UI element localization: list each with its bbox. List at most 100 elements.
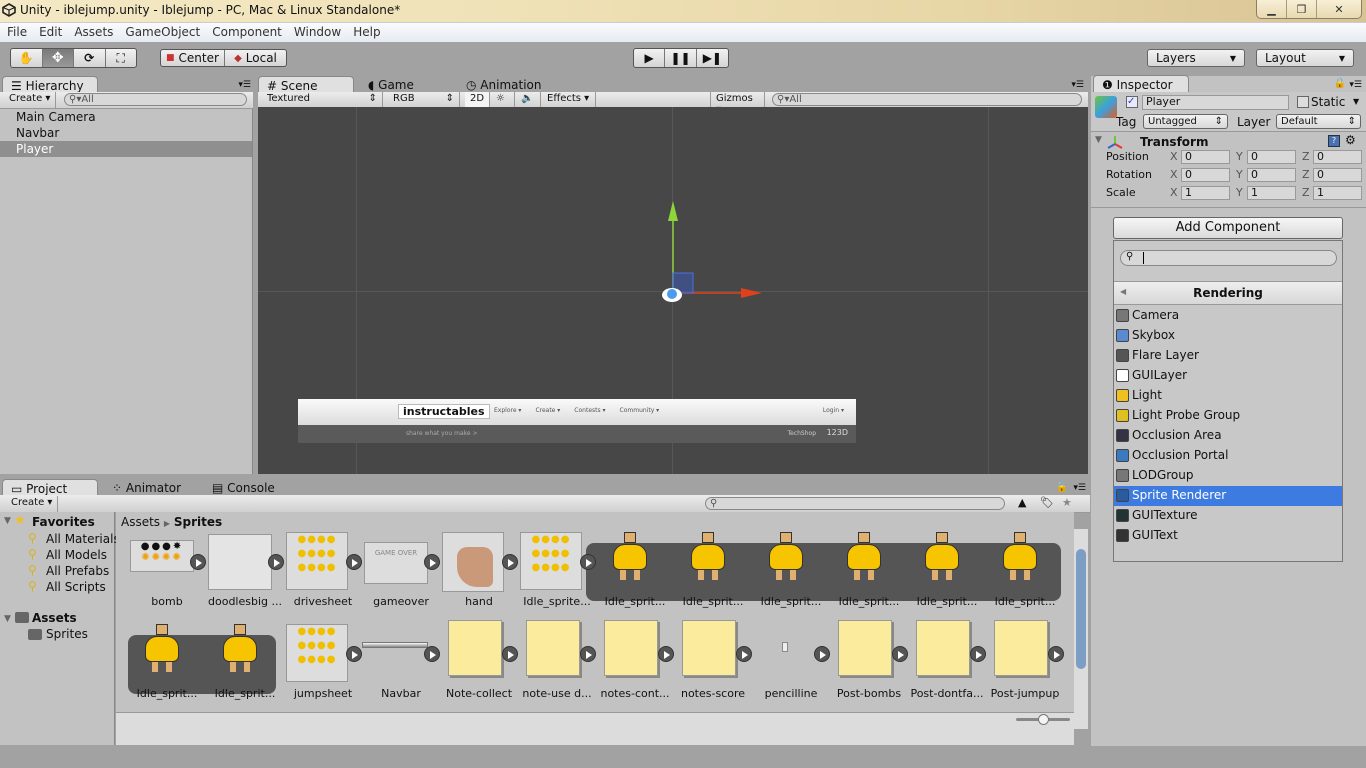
component-item-guilayer[interactable]: GUILayer — [1114, 366, 1342, 386]
component-item-sprite-renderer[interactable]: Sprite Renderer — [1114, 486, 1342, 506]
tab-scene[interactable]: # Scene — [258, 76, 354, 93]
component-item-guitext[interactable]: GUIText — [1114, 526, 1342, 546]
expand-play-icon[interactable] — [970, 646, 986, 662]
transform-rotation-z[interactable]: 0 — [1313, 168, 1362, 182]
render-mode-dropdown[interactable]: Textured ⇕ — [262, 92, 383, 108]
transform-rotation-x[interactable]: 0 — [1181, 168, 1230, 182]
tab-inspector[interactable]: ❶ Inspector — [1093, 75, 1189, 92]
component-item-flare-layer[interactable]: Flare Layer — [1114, 346, 1342, 366]
hierarchy-create-dropdown[interactable]: Create ▾ — [4, 92, 57, 108]
tab-project[interactable]: ▭ Project — [2, 479, 98, 496]
foldout-arrow-icon[interactable]: ▼ — [4, 516, 11, 526]
asset-item[interactable]: Idle_sprit... — [986, 524, 1064, 610]
minimize-button[interactable]: ▁ — [1257, 0, 1287, 18]
component-item-camera[interactable]: Camera — [1114, 306, 1342, 326]
favorite-star-icon[interactable]: ★ — [1062, 496, 1072, 509]
tree-sprites[interactable]: Sprites — [46, 627, 88, 641]
expand-play-icon[interactable] — [424, 554, 440, 570]
menu-window[interactable]: Window — [287, 23, 346, 39]
tab-hierarchy[interactable]: ☰ Hierarchy — [2, 76, 98, 93]
foldout-arrow-icon[interactable]: ▼ — [1095, 135, 1102, 145]
project-search-input[interactable]: ⚲ — [705, 497, 1005, 510]
expand-play-icon[interactable] — [346, 554, 362, 570]
tab-animation[interactable]: ◷ Animation — [458, 76, 549, 93]
step-button[interactable]: ▶❚ — [697, 49, 728, 67]
object-name-input[interactable]: Player — [1142, 95, 1289, 110]
gear-icon[interactable]: ⚙ — [1345, 133, 1356, 147]
scene-view[interactable]: instructables Explore ▾ Create ▾ Contest… — [258, 107, 1088, 474]
expand-play-icon[interactable] — [190, 554, 206, 570]
hierarchy-search-input[interactable]: ⚲▾All — [64, 93, 247, 106]
active-checkbox[interactable]: ✓ — [1126, 96, 1138, 108]
tab-game[interactable]: ◖ Game — [360, 76, 422, 93]
favorite-item[interactable]: All Prefabs — [46, 564, 109, 578]
tree-assets[interactable]: Assets — [32, 611, 77, 625]
lock-icon[interactable]: 🔓 — [1056, 482, 1068, 493]
panel-menu-icon[interactable]: ▾☰ — [1349, 80, 1362, 90]
pivot-local-button[interactable]: ◆ Local — [225, 50, 286, 66]
move-tool-button[interactable]: ✥ — [42, 49, 74, 67]
asset-item[interactable]: Idle_sprit... — [128, 616, 206, 702]
expand-play-icon[interactable] — [658, 646, 674, 662]
pivot-center-button[interactable]: ■ Center — [161, 50, 225, 66]
add-component-button[interactable]: Add Component — [1113, 217, 1343, 239]
restore-button[interactable]: ❐ — [1287, 0, 1317, 18]
transform-position-z[interactable]: 0 — [1313, 150, 1362, 164]
static-dropdown-arrow[interactable]: ▼ — [1353, 97, 1359, 106]
navbar-sprite[interactable]: instructables Explore ▾ Create ▾ Contest… — [298, 399, 856, 443]
close-button[interactable]: ✕ — [1317, 0, 1361, 18]
menu-assets[interactable]: Assets — [67, 23, 118, 39]
transform-rotation-y[interactable]: 0 — [1247, 168, 1296, 182]
hierarchy-item-main-camera[interactable]: Main Camera — [0, 109, 252, 125]
expand-play-icon[interactable] — [502, 554, 518, 570]
project-create-dropdown[interactable]: Create ▾ — [6, 496, 59, 512]
menu-gameobject[interactable]: GameObject — [118, 23, 205, 39]
play-button[interactable]: ▶ — [634, 49, 666, 67]
rotate-tool-button[interactable]: ⟳ — [74, 49, 106, 67]
panel-menu-icon[interactable]: ▾☰ — [1073, 483, 1086, 493]
component-item-light-probe-group[interactable]: Light Probe Group — [1114, 406, 1342, 426]
transform-scale-x[interactable]: 1 — [1181, 186, 1230, 200]
filter-by-type-icon[interactable]: ▲ — [1018, 496, 1026, 509]
menu-file[interactable]: File — [0, 23, 32, 39]
component-item-skybox[interactable]: Skybox — [1114, 326, 1342, 346]
expand-play-icon[interactable] — [814, 646, 830, 662]
vertical-scrollbar[interactable] — [1074, 529, 1088, 729]
asset-item[interactable]: Idle_sprit... — [596, 524, 674, 610]
foldout-arrow-icon[interactable]: ▼ — [4, 614, 11, 624]
channel-dropdown[interactable]: RGB ⇕ — [388, 92, 460, 108]
transform-position-x[interactable]: 0 — [1181, 150, 1230, 164]
2d-toggle[interactable]: 2D — [465, 92, 490, 108]
help-book-icon[interactable]: ? — [1328, 135, 1340, 147]
component-item-lodgroup[interactable]: LODGroup — [1114, 466, 1342, 486]
asset-item[interactable]: Idle_sprit... — [908, 524, 986, 610]
scrollbar-thumb[interactable] — [1076, 549, 1086, 669]
scale-tool-button[interactable]: ⛶ — [106, 49, 137, 67]
expand-play-icon[interactable] — [580, 554, 596, 570]
slider-knob[interactable] — [1038, 714, 1049, 725]
hand-tool-button[interactable]: ✋ — [11, 49, 43, 67]
effects-dropdown[interactable]: Effects ▾ — [542, 92, 596, 108]
favorite-item[interactable]: All Materials — [46, 532, 120, 546]
expand-play-icon[interactable] — [736, 646, 752, 662]
transform-position-y[interactable]: 0 — [1247, 150, 1296, 164]
layout-dropdown[interactable]: Layout ▼ — [1256, 49, 1354, 67]
expand-play-icon[interactable] — [268, 554, 284, 570]
lock-icon[interactable]: 🔒 — [1334, 78, 1346, 89]
expand-play-icon[interactable] — [424, 646, 440, 662]
pause-button[interactable]: ❚❚ — [665, 49, 697, 67]
favorite-item[interactable]: All Scripts — [46, 580, 106, 594]
expand-play-icon[interactable] — [502, 646, 518, 662]
expand-play-icon[interactable] — [346, 646, 362, 662]
menu-edit[interactable]: Edit — [32, 23, 67, 39]
filter-by-label-icon[interactable]: 🏷 — [1040, 496, 1054, 509]
favorite-item[interactable]: All Models — [46, 548, 107, 562]
expand-play-icon[interactable] — [1048, 646, 1064, 662]
component-item-occlusion-portal[interactable]: Occlusion Portal — [1114, 446, 1342, 466]
layers-dropdown[interactable]: Layers ▼ — [1147, 49, 1245, 67]
expand-play-icon[interactable] — [892, 646, 908, 662]
tab-console[interactable]: ▤ Console — [204, 479, 283, 496]
transform-scale-y[interactable]: 1 — [1247, 186, 1296, 200]
asset-item[interactable]: Idle_sprit... — [674, 524, 752, 610]
move-gizmo[interactable] — [658, 197, 768, 307]
